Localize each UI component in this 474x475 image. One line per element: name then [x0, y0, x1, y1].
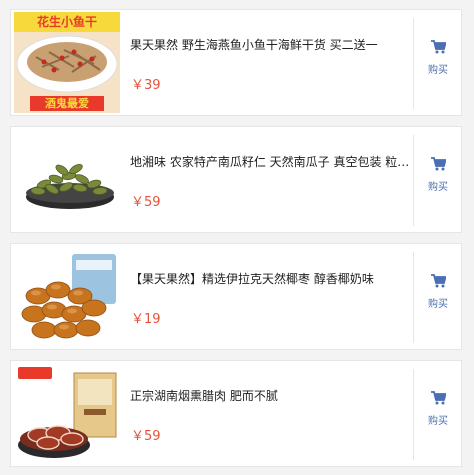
- product-image[interactable]: 花生小鱼干 酒鬼最爱: [14, 12, 120, 113]
- product-image[interactable]: [14, 363, 120, 464]
- shopping-cart-icon: [430, 40, 446, 54]
- buy-button[interactable]: 购买: [416, 383, 460, 443]
- product-title[interactable]: 地湘味 农家特产南瓜籽仁 天然南瓜子 真空包装 粒…: [130, 154, 410, 170]
- buy-button[interactable]: 购买: [416, 266, 460, 326]
- buy-label: 购买: [428, 65, 448, 76]
- divider: [413, 135, 414, 226]
- product-title[interactable]: 正宗湖南烟熏腊肉 肥而不腻: [130, 388, 410, 404]
- product-card[interactable]: 正宗湖南烟熏腊肉 肥而不腻 ￥59 购买: [10, 360, 462, 467]
- image-banner-top: 花生小鱼干: [36, 15, 97, 29]
- buy-button[interactable]: 购买: [416, 32, 460, 92]
- product-price: ￥59: [131, 429, 161, 444]
- image-banner-bottom: 酒鬼最爱: [45, 97, 89, 110]
- product-title[interactable]: 果天果然 野生海燕鱼小鱼干海鲜干货 买二送一: [130, 37, 410, 53]
- product-price: ￥39: [131, 78, 161, 93]
- shopping-cart-icon: [430, 391, 446, 405]
- buy-label: 购买: [428, 299, 448, 310]
- product-image[interactable]: [14, 129, 120, 230]
- product-card[interactable]: 地湘味 农家特产南瓜籽仁 天然南瓜子 真空包装 粒… ￥59 购买: [10, 126, 462, 233]
- product-card[interactable]: 花生小鱼干 酒鬼最爱 果天果然 野生海燕鱼小鱼干海鲜干货 买二送一 ￥39 购买: [10, 9, 462, 116]
- product-price: ￥19: [131, 312, 161, 327]
- divider: [413, 369, 414, 460]
- shopping-cart-icon: [430, 157, 446, 171]
- product-card[interactable]: 【果天果然】精选伊拉克天然椰枣 醇香椰奶味 ￥19 购买: [10, 243, 462, 350]
- shopping-cart-icon: [430, 274, 446, 288]
- divider: [413, 252, 414, 343]
- divider: [413, 18, 414, 109]
- product-title[interactable]: 【果天果然】精选伊拉克天然椰枣 醇香椰奶味: [130, 271, 410, 287]
- product-image[interactable]: [14, 246, 120, 347]
- product-price: ￥59: [131, 195, 161, 210]
- buy-label: 购买: [428, 182, 448, 193]
- buy-label: 购买: [428, 416, 448, 427]
- buy-button[interactable]: 购买: [416, 149, 460, 209]
